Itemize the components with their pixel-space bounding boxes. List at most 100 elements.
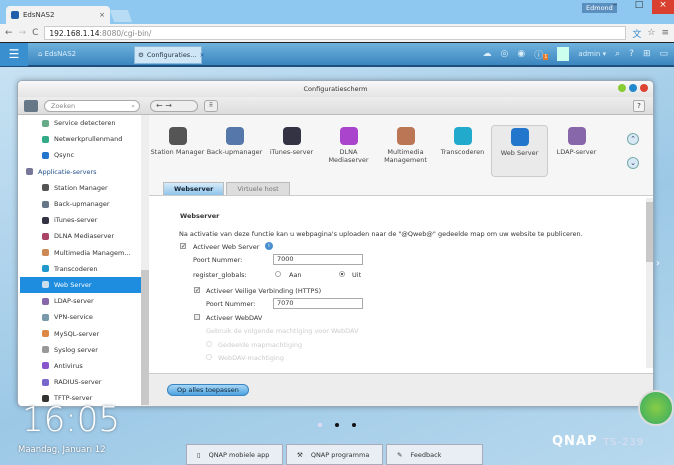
notification-icon[interactable]: ⓘ1 xyxy=(534,48,549,61)
maximize-icon[interactable] xyxy=(629,84,637,92)
app-icon-button[interactable]: Multimedia Management xyxy=(377,125,434,177)
sidebar-item[interactable]: LDAP-server xyxy=(20,293,148,309)
app-icon-button[interactable]: Station Manager xyxy=(149,125,206,177)
sidebar-item[interactable]: DLNA Mediaserver xyxy=(20,228,148,244)
back-icon[interactable]: ← xyxy=(5,28,13,38)
sidebar-item[interactable]: Station Manager xyxy=(20,180,148,196)
qnap-utility-button[interactable]: ⚒ QNAP programma xyxy=(286,444,383,465)
info-icon[interactable]: i xyxy=(265,242,273,250)
sidebar-item[interactable]: MySQL-server xyxy=(20,325,148,341)
maximize-button[interactable]: □ xyxy=(628,0,650,14)
webdav-radio-webdav[interactable] xyxy=(206,354,212,360)
sidebar-item[interactable]: Multimedia Managem... xyxy=(20,245,148,261)
sidebar-item[interactable]: Antivirus xyxy=(20,358,148,374)
window-toolbar: Zoeken ⌕ ← → ⠿ ? xyxy=(18,97,653,115)
sidebar-item[interactable]: Netwerkprullenmand xyxy=(20,131,148,147)
search-input[interactable]: Zoeken ⌕ xyxy=(44,100,140,112)
app-icon-button[interactable]: Web Server xyxy=(491,125,548,177)
sidebar-item[interactable]: Qsync xyxy=(20,147,148,163)
new-tab-button[interactable] xyxy=(109,10,133,22)
external-device-icon[interactable]: ◉ xyxy=(517,49,525,59)
enable-web-server-checkbox[interactable]: ✓ xyxy=(180,243,186,250)
user-menu[interactable]: admin ▾ xyxy=(578,50,606,58)
avatar[interactable] xyxy=(557,47,570,61)
app-icon xyxy=(453,127,472,145)
help-button[interactable]: ? xyxy=(633,100,645,112)
all-apps-icon[interactable]: ⠿ xyxy=(204,100,218,112)
app-icon-button[interactable]: iTunes-server xyxy=(263,125,320,177)
webserver-form: Webserver Na activatie van deze functie … xyxy=(149,195,653,373)
https-port-label: Poort Nummer: xyxy=(206,300,256,308)
search-icon[interactable]: ⌕ xyxy=(615,49,620,59)
scroll-up-icon[interactable]: ⌃ xyxy=(627,133,639,145)
sidebar-item[interactable]: Transcoderen xyxy=(20,261,148,277)
app-label: Web Server xyxy=(500,149,539,157)
apply-all-button[interactable]: Op alles toepassen xyxy=(167,384,249,396)
https-port-input[interactable]: 7070 xyxy=(273,298,363,309)
close-window-button[interactable]: × xyxy=(652,0,674,14)
close-icon[interactable] xyxy=(640,84,648,92)
home-button[interactable]: ⌂ EdsNAS2 xyxy=(38,50,76,58)
forward-icon[interactable]: → xyxy=(165,101,172,110)
sidebar-item[interactable]: iTunes-server xyxy=(20,212,148,228)
monitor-icon[interactable]: ▭ xyxy=(659,49,668,59)
app-label: iTunes-server xyxy=(269,148,314,156)
content-scrollbar[interactable] xyxy=(646,198,653,368)
browser-tab[interactable]: EdsNAS2 × xyxy=(6,6,110,24)
sidebar-scrollbar[interactable] xyxy=(141,115,149,406)
sidebar-group-header[interactable]: Applicatie-servers xyxy=(20,164,148,180)
sidebar-toggle-icon[interactable] xyxy=(24,100,38,112)
webdav-radio-shared[interactable] xyxy=(206,341,212,347)
cloud-icon[interactable]: ☁ xyxy=(483,49,492,59)
port-input[interactable]: 7000 xyxy=(273,254,363,265)
app-label: LDAP-server xyxy=(556,148,597,156)
app-tab-configuratie[interactable]: ⚙ Configuraties... × xyxy=(134,46,205,64)
star-icon[interactable]: ☆ xyxy=(647,28,655,38)
nav-buttons[interactable]: ← → xyxy=(150,100,198,112)
sidebar-item-icon xyxy=(42,216,49,224)
page-dot[interactable] xyxy=(335,423,339,427)
https-checkbox[interactable]: ✓ xyxy=(194,287,200,294)
sidebar-item-icon xyxy=(42,184,49,192)
translate-icon[interactable]: 文 xyxy=(632,27,641,40)
page-dot[interactable] xyxy=(352,423,356,427)
control-panel-window: Configuratiescherm Zoeken ⌕ ← → ⠿ ? Servi… xyxy=(17,80,654,407)
tab-webserver[interactable]: Webserver xyxy=(163,182,225,196)
chevron-right-icon[interactable]: › xyxy=(656,258,660,269)
app-icon-button[interactable]: LDAP-server xyxy=(548,125,605,177)
page-dot[interactable] xyxy=(318,423,322,427)
close-tab-icon[interactable]: × xyxy=(99,11,105,19)
sidebar-item[interactable]: Back-upmanager xyxy=(20,196,148,212)
app-icon-button[interactable]: Transcoderen xyxy=(434,125,491,177)
sidebar-item[interactable]: RADIUS-server xyxy=(20,374,148,390)
help-icon[interactable]: ? xyxy=(629,49,634,59)
app-icon xyxy=(339,127,358,145)
tab-title: EdsNAS2 xyxy=(23,11,55,19)
back-icon[interactable]: ← xyxy=(156,101,163,110)
radio-uit[interactable] xyxy=(339,271,345,277)
close-app-icon[interactable]: × xyxy=(199,51,204,59)
sidebar-item[interactable]: VPN-service xyxy=(20,309,148,325)
sidebar-item[interactable]: Web Server xyxy=(20,276,148,294)
url-input[interactable]: 192.168.1.14:8080/cgi-bin/ xyxy=(44,26,627,40)
main-menu-button[interactable]: ☰ xyxy=(0,42,28,66)
sidebar-item[interactable]: Service detecteren xyxy=(20,115,148,131)
minimize-button[interactable]: – xyxy=(604,0,626,14)
feedback-button[interactable]: ✎ Feedback xyxy=(386,444,483,465)
minimize-icon[interactable] xyxy=(618,84,626,92)
tab-virtuele-host[interactable]: Virtuele host xyxy=(226,182,290,196)
background-task-icon[interactable]: ◎ xyxy=(501,49,509,59)
search-placeholder: Zoeken xyxy=(51,102,76,110)
sidebar-item[interactable]: Syslog server xyxy=(20,342,148,358)
menu-icon[interactable]: ≡ xyxy=(661,28,669,38)
radio-aan[interactable] xyxy=(275,271,281,277)
webdav-checkbox[interactable] xyxy=(194,314,200,320)
forward-icon[interactable]: → xyxy=(19,28,27,38)
app-icon-button[interactable]: Back-upmanager xyxy=(206,125,263,177)
scroll-down-icon[interactable]: ⌄ xyxy=(627,157,639,169)
app-icon-button[interactable]: DLNA Mediaserver xyxy=(320,125,377,177)
reload-icon[interactable]: C xyxy=(32,28,38,38)
mobile-app-button[interactable]: ▯ QNAP mobiele app xyxy=(186,444,283,465)
system-gauge-widget[interactable] xyxy=(638,390,674,426)
dashboard-icon[interactable]: ⊞ xyxy=(643,49,651,59)
